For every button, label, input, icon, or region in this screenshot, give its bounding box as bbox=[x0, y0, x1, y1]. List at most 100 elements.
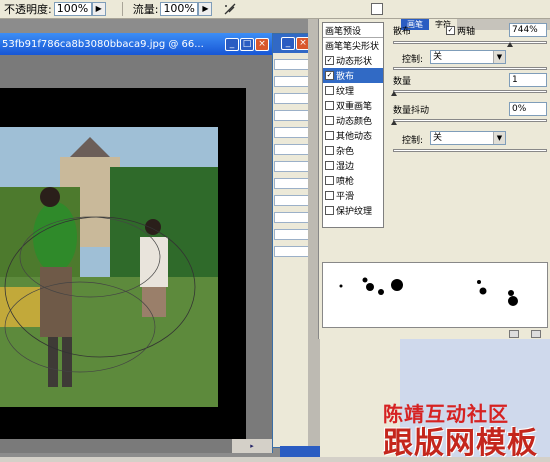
list-item-label: 平滑 bbox=[336, 192, 355, 202]
list-item-label: 杂色 bbox=[336, 147, 355, 157]
checkbox[interactable]: ✓ bbox=[325, 71, 334, 80]
list-item-label: 纹理 bbox=[336, 87, 355, 97]
brushes-panel: 画笔 字符 画笔预设 画笔笔尖形状 ✓ 动态形状 ✓ 散布 纹理 双重画笔 动态… bbox=[318, 19, 550, 339]
list-item-label: 散布 bbox=[336, 72, 355, 82]
background-window-titlebar[interactable]: _ × bbox=[271, 34, 312, 53]
checkbox[interactable] bbox=[325, 146, 334, 155]
list-item-color-dynamics[interactable]: 动态颜色 bbox=[323, 113, 383, 128]
list-item-shape-dynamics[interactable]: ✓ 动态形状 bbox=[323, 53, 383, 68]
minimize-icon[interactable]: _ bbox=[225, 37, 239, 51]
background-window-row bbox=[274, 144, 309, 155]
control2-label: 控制: bbox=[402, 136, 424, 146]
count-input[interactable]: 1 bbox=[509, 73, 547, 87]
count-jitter-slider[interactable] bbox=[393, 119, 547, 122]
scatter-sub-slider[interactable] bbox=[393, 67, 547, 70]
both-axes-label: 两轴 bbox=[457, 27, 476, 37]
both-axes-checkbox[interactable]: ✓ bbox=[446, 26, 455, 35]
opacity-dropdown-button[interactable]: ▶ bbox=[91, 2, 106, 16]
options-separator bbox=[121, 2, 123, 16]
brush-stroke-preview bbox=[322, 262, 548, 328]
count-jitter-input[interactable]: 0% bbox=[509, 102, 547, 116]
scatter-input[interactable]: 744% bbox=[509, 23, 547, 37]
checkbox[interactable]: ✓ bbox=[325, 56, 334, 65]
list-item-dual-brush[interactable]: 双重画笔 bbox=[323, 98, 383, 113]
list-item-other-dynamics[interactable]: 其他动态 bbox=[323, 128, 383, 143]
background-window-row bbox=[274, 93, 309, 104]
list-item-label: 动态颜色 bbox=[336, 117, 373, 127]
list-item-label: 动态形状 bbox=[336, 57, 373, 67]
list-item-noise[interactable]: 杂色 bbox=[323, 143, 383, 158]
opacity-label: 不透明度: bbox=[4, 3, 52, 16]
checkbox[interactable] bbox=[325, 101, 334, 110]
control-select-value: 关 bbox=[433, 52, 443, 62]
checkbox[interactable] bbox=[325, 161, 334, 170]
background-window-row bbox=[274, 246, 309, 257]
scatter-label: 散布 bbox=[393, 27, 412, 37]
opacity-field[interactable]: 100% bbox=[53, 2, 92, 16]
minimize-icon[interactable]: _ bbox=[281, 37, 295, 50]
options-bar: 不透明度: 100% ▶ 流量: 100% ▶ bbox=[0, 0, 550, 19]
count-slider-thumb[interactable] bbox=[391, 91, 397, 96]
document-window[interactable]: 53fb91f786ca8b3080bbaca9.jpg @ 66... _ □… bbox=[0, 33, 273, 453]
list-item-brush-presets[interactable]: 画笔预设 bbox=[323, 23, 383, 38]
flow-label: 流量: bbox=[132, 3, 159, 16]
list-item-label: 画笔笔尖形状 bbox=[325, 42, 380, 52]
taskbar-fragment bbox=[280, 446, 320, 457]
new-brush-icon[interactable] bbox=[509, 330, 519, 338]
list-item-tip-shape[interactable]: 画笔笔尖形状 bbox=[323, 38, 383, 53]
close-icon[interactable]: × bbox=[255, 37, 269, 51]
maximize-icon[interactable]: □ bbox=[240, 37, 254, 51]
photo-image bbox=[0, 127, 218, 407]
background-window-row bbox=[274, 195, 309, 206]
checkbox[interactable] bbox=[325, 206, 334, 215]
list-item-scattering[interactable]: ✓ 散布 bbox=[323, 68, 383, 83]
control-label: 控制: bbox=[402, 55, 424, 65]
checkbox[interactable] bbox=[325, 116, 334, 125]
scatter-slider[interactable] bbox=[393, 41, 547, 44]
list-item-texture[interactable]: 纹理 bbox=[323, 83, 383, 98]
status-bar: ▸ bbox=[232, 439, 272, 453]
chevron-down-icon[interactable]: ▼ bbox=[493, 132, 505, 144]
background-window-row bbox=[274, 178, 309, 189]
list-item-label: 湿边 bbox=[336, 162, 355, 172]
flow-field[interactable]: 100% bbox=[160, 2, 199, 16]
list-item-label: 保护纹理 bbox=[336, 207, 373, 217]
checkbox[interactable] bbox=[325, 191, 334, 200]
control2-select[interactable]: 关 ▼ bbox=[430, 131, 506, 145]
count-jitter-slider-thumb[interactable] bbox=[391, 120, 397, 125]
count-slider[interactable] bbox=[393, 90, 547, 93]
flow-dropdown-button[interactable]: ▶ bbox=[198, 2, 213, 16]
list-item-label: 喷枪 bbox=[336, 177, 355, 187]
list-item-label: 其他动态 bbox=[336, 132, 373, 142]
control2-slider[interactable] bbox=[393, 149, 547, 152]
background-window-row bbox=[274, 161, 309, 172]
list-item-wet-edges[interactable]: 湿边 bbox=[323, 158, 383, 173]
background-document-window[interactable]: _ × bbox=[270, 33, 313, 448]
airbrush-icon[interactable] bbox=[222, 2, 238, 16]
background-window-row bbox=[274, 59, 309, 70]
chevron-down-icon[interactable]: ▼ bbox=[493, 51, 505, 63]
background-window-row bbox=[274, 127, 309, 138]
palette-well-icon[interactable] bbox=[371, 3, 383, 15]
delete-brush-icon[interactable] bbox=[531, 330, 541, 338]
checkbox[interactable] bbox=[325, 176, 334, 185]
count-label: 数量 bbox=[393, 77, 412, 87]
list-item-smoothing[interactable]: 平滑 bbox=[323, 188, 383, 203]
list-item-protect-texture[interactable]: 保护纹理 bbox=[323, 203, 383, 218]
background-window-row bbox=[274, 76, 309, 87]
list-item-label: 画笔预设 bbox=[325, 26, 362, 37]
document-titlebar[interactable]: 53fb91f786ca8b3080bbaca9.jpg @ 66... _ □… bbox=[0, 33, 272, 55]
background-window-row bbox=[274, 110, 309, 121]
checkbox[interactable] bbox=[325, 86, 334, 95]
control-select[interactable]: 关 ▼ bbox=[430, 50, 506, 64]
list-item-label: 双重画笔 bbox=[336, 102, 373, 112]
document-canvas[interactable] bbox=[0, 88, 246, 439]
document-title: 53fb91f786ca8b3080bbaca9.jpg @ 66... bbox=[2, 38, 204, 50]
scatter-slider-thumb[interactable] bbox=[507, 42, 513, 47]
count-jitter-label: 数量抖动 bbox=[393, 106, 430, 116]
watermark-line2: 跟版网模板 bbox=[383, 426, 538, 461]
background-window-row bbox=[274, 229, 309, 240]
control2-select-value: 关 bbox=[433, 133, 443, 143]
list-item-airbrush[interactable]: 喷枪 bbox=[323, 173, 383, 188]
checkbox[interactable] bbox=[325, 131, 334, 140]
